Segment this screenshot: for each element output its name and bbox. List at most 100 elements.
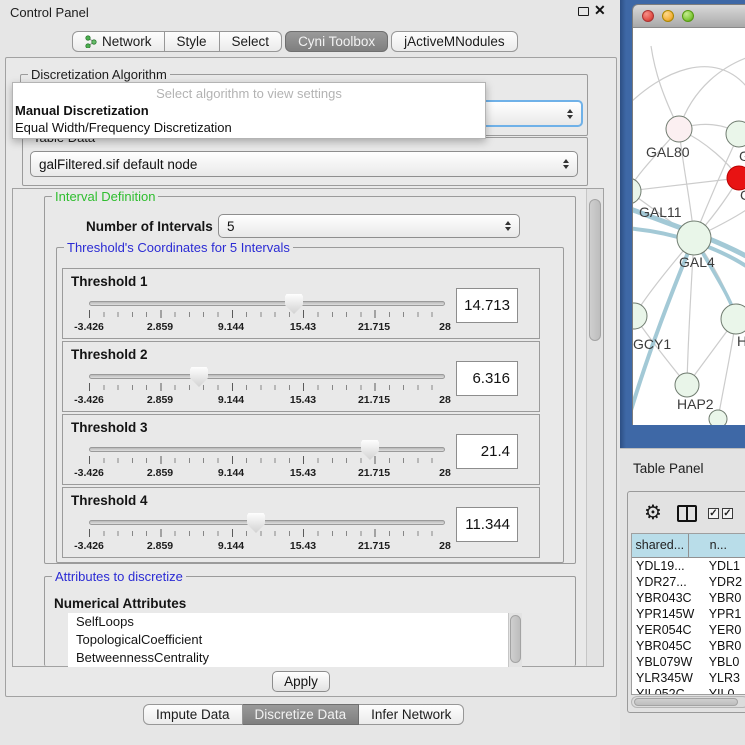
threshold-2-label: Threshold 2 <box>71 347 148 362</box>
table-row[interactable]: YBL079WYBL0 <box>632 654 745 670</box>
control-panel-tabbar: Network Style Select Cyni Toolbox jActiv… <box>72 31 518 52</box>
tick-label: 28 <box>439 394 451 406</box>
tick-label: 21.715 <box>358 540 390 552</box>
numerical-attributes-label: Numerical Attributes <box>54 596 186 611</box>
table-row[interactable]: YDR27...YDR2 <box>632 574 745 590</box>
zoom-traffic-icon[interactable] <box>682 10 694 22</box>
combo-stepper-icon <box>563 159 569 169</box>
panel-scrollbar[interactable] <box>586 189 603 666</box>
close-icon[interactable]: ✕ <box>594 2 606 19</box>
tick-label: -3.426 <box>74 467 104 479</box>
panel-scrollbar-thumb[interactable] <box>589 199 601 341</box>
tab-impute-data[interactable]: Impute Data <box>143 704 243 725</box>
threshold-2-panel: Threshold 2 -3.426 2.859 9.144 15.43 21.… <box>62 341 540 412</box>
node-gal4[interactable] <box>677 221 711 255</box>
combo-stepper-icon <box>567 109 573 119</box>
table-row[interactable]: YBR045CYBR0 <box>632 638 745 654</box>
node-label-gcy1: GCY1 <box>633 336 671 352</box>
number-of-intervals-combobox[interactable]: 5 <box>218 214 520 238</box>
minimize-traffic-icon[interactable] <box>662 10 674 22</box>
algorithm-popup-hint: Select algorithm to view settings <box>13 83 485 102</box>
node-bottom[interactable] <box>709 410 727 425</box>
panel-title: Control Panel <box>10 5 89 20</box>
float-window-icon[interactable] <box>578 7 589 16</box>
tab-style[interactable]: Style <box>165 31 220 52</box>
network-view-window: GAL80 G GAL11 C GAL4 GCY1 H HAP2 <box>632 4 745 425</box>
tab-network[interactable]: Network <box>72 31 165 52</box>
table-header-row: shared... n... <box>632 534 745 558</box>
table-row[interactable]: YPR145WYPR1 <box>632 606 745 622</box>
slider-major-ticks <box>89 456 446 464</box>
table-hscrollbar[interactable] <box>631 696 745 708</box>
node-gal11[interactable] <box>633 178 641 204</box>
threshold-1-value-field[interactable]: 14.713 <box>456 288 518 323</box>
interval-definition-label: Interval Definition <box>52 190 158 203</box>
list-item[interactable]: TopologicalCoefficient <box>68 631 508 649</box>
list-item[interactable]: SelfLoops <box>68 613 508 631</box>
node-right-top[interactable] <box>726 121 745 147</box>
network-icon <box>85 34 97 53</box>
tick-label: 15.43 <box>290 540 316 552</box>
tick-label: 21.715 <box>358 394 390 406</box>
tab-jactivemnodules[interactable]: jActiveMNodules <box>391 31 518 52</box>
threshold-4-slider-track[interactable] <box>89 520 445 525</box>
thresholds-group-label: Threshold's Coordinates for 5 Intervals <box>64 241 293 254</box>
table-row[interactable]: YBR043CYBR0 <box>632 590 745 606</box>
tab-infer-network[interactable]: Infer Network <box>359 704 464 725</box>
numerical-attributes-list[interactable]: SelfLoops TopologicalCoefficient Between… <box>68 613 508 667</box>
tick-label: -3.426 <box>74 394 104 406</box>
threshold-1-slider-track[interactable] <box>89 301 445 306</box>
combo-stepper-icon <box>505 221 511 231</box>
table-row[interactable]: YER054CYER0 <box>632 622 745 638</box>
threshold-2-value-field[interactable]: 6.316 <box>456 361 518 396</box>
tick-label: 15.43 <box>290 394 316 406</box>
tick-label: 9.144 <box>218 467 244 479</box>
table-columns-icon[interactable] <box>677 505 697 522</box>
close-traffic-icon[interactable] <box>642 10 654 22</box>
column-header-name[interactable]: n... <box>689 534 745 557</box>
threshold-3-slider-track[interactable] <box>89 447 445 452</box>
table-row[interactable]: YDL19...YDL1 <box>632 558 745 574</box>
slider-major-ticks <box>89 529 446 537</box>
table-hscrollbar-thumb[interactable] <box>634 698 738 706</box>
discretization-algorithm-label: Discretization Algorithm <box>28 68 170 81</box>
algorithm-option-manual[interactable]: Manual Discretization <box>13 102 485 119</box>
threshold-3-value-field[interactable]: 21.4 <box>456 434 518 469</box>
node-label-clipped-h: H <box>737 333 745 349</box>
tab-select[interactable]: Select <box>220 31 283 52</box>
threshold-3-label: Threshold 3 <box>71 420 148 435</box>
tick-label: 15.43 <box>290 467 316 479</box>
threshold-4-label: Threshold 4 <box>71 493 148 508</box>
apply-button[interactable]: Apply <box>272 671 330 692</box>
table-row[interactable]: YLR345WYLR3 <box>632 670 745 686</box>
algorithm-option-equal-width[interactable]: Equal Width/Frequency Discretization <box>13 119 485 136</box>
checkbox-icon[interactable]: ✓ <box>708 508 719 519</box>
table-row[interactable]: YIL052CYIL0 <box>632 686 745 695</box>
node-label-clipped-g: G <box>739 148 745 164</box>
tick-label: 2.859 <box>147 394 173 406</box>
column-header-shared-name[interactable]: shared... <box>632 534 689 557</box>
tab-cyni-toolbox[interactable]: Cyni Toolbox <box>285 31 388 52</box>
node-gal80[interactable] <box>666 116 692 142</box>
threshold-3-panel: Threshold 3 -3.426 2.859 9.144 15.43 21.… <box>62 414 540 485</box>
network-canvas[interactable]: GAL80 G GAL11 C GAL4 GCY1 H HAP2 <box>633 28 745 425</box>
table-data-combobox[interactable]: galFiltered.sif default node <box>30 151 578 177</box>
tick-label: 2.859 <box>147 467 173 479</box>
checkbox-icon[interactable]: ✓ <box>722 508 733 519</box>
threshold-4-value-field[interactable]: 11.344 <box>456 507 518 542</box>
node-hap2[interactable] <box>675 373 699 397</box>
node-gcy1[interactable] <box>633 303 647 329</box>
list-scrollbar[interactable] <box>508 613 522 667</box>
table-data-combobox-value: galFiltered.sif default node <box>39 157 563 172</box>
network-window-titlebar[interactable] <box>633 5 745 28</box>
node-right-mid[interactable] <box>721 304 745 334</box>
tick-label: 28 <box>439 540 451 552</box>
list-item[interactable]: BetweennessCentrality <box>68 649 508 667</box>
node-attribute-table: shared... n... YDL19...YDL1 YDR27...YDR2… <box>631 533 745 695</box>
threshold-2-slider-track[interactable] <box>89 374 445 379</box>
tick-label: 28 <box>439 321 451 333</box>
tab-discretize-data[interactable]: Discretize Data <box>243 704 360 725</box>
gear-icon[interactable]: ⚙ <box>644 503 662 523</box>
attributes-group-label: Attributes to discretize <box>52 570 186 583</box>
tick-label: 2.859 <box>147 321 173 333</box>
